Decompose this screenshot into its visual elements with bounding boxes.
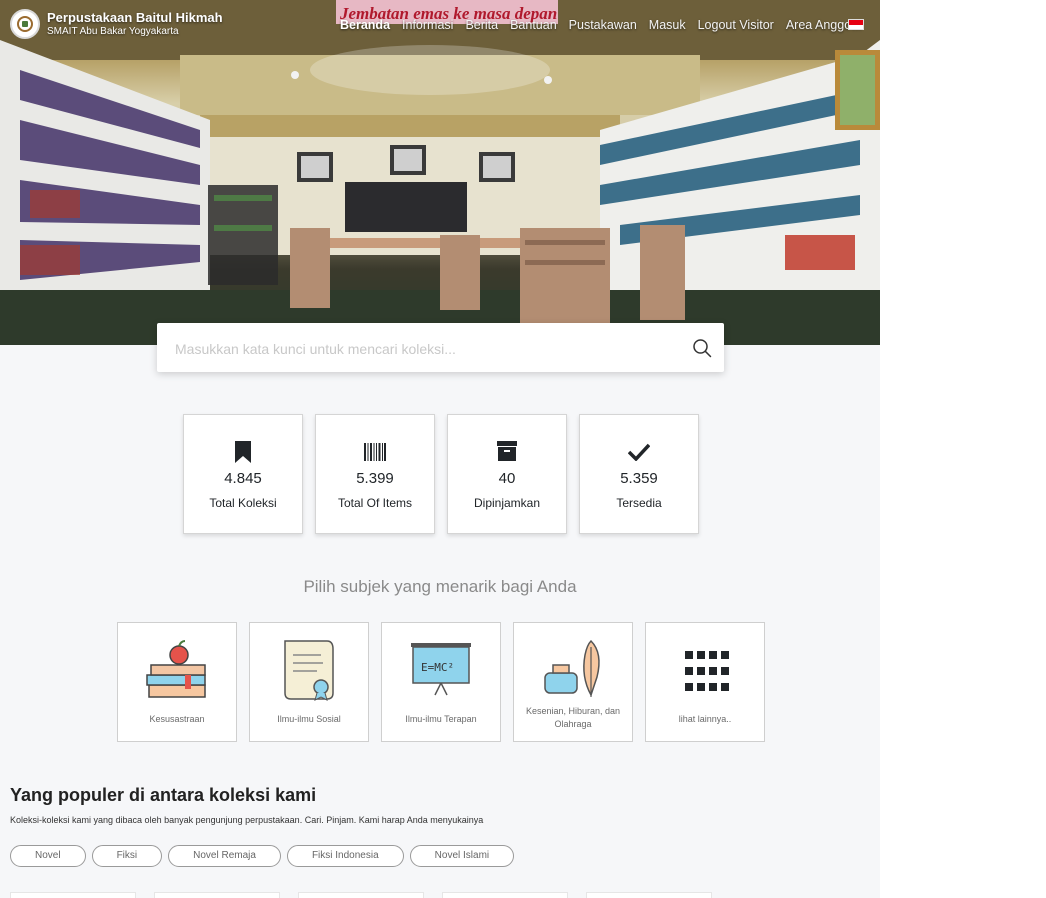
books-apple-icon [146, 640, 206, 698]
nav-beranda[interactable]: Beranda [340, 18, 390, 32]
barcode-icon [364, 443, 386, 461]
subject-label: Kesenian, Hiburan, dan Olahraga [525, 706, 621, 729]
subject-label: lihat lainnya.. [678, 714, 732, 724]
book-card[interactable] [10, 892, 136, 898]
stat-total-items: 5.399 Total Of Items [315, 414, 435, 534]
search-input[interactable] [173, 323, 677, 374]
tag-fiksi[interactable]: Fiksi [91, 845, 163, 867]
page: Jembatan emas ke masa depan Perpustakaan… [0, 0, 880, 898]
popular-tags: Novel Fiksi Novel Remaja Fiksi Indonesia… [10, 845, 520, 867]
subject-label: Ilmu-ilmu Terapan [405, 714, 477, 724]
stat-value: 40 [498, 470, 516, 487]
tag-novel-islami[interactable]: Novel Islami [409, 845, 515, 867]
blackboard-formula-icon: E=MC² [411, 643, 471, 696]
tag-novel-remaja[interactable]: Novel Remaja [168, 845, 281, 867]
tag-novel[interactable]: Novel [10, 845, 86, 867]
search-bar [157, 323, 724, 374]
book-card[interactable] [154, 892, 280, 898]
subject-label: Ilmu-ilmu Sosial [277, 714, 341, 724]
main-nav: Beranda Informasi Berita Bantuan Pustaka… [340, 18, 874, 32]
stat-label: Total Of Items [337, 496, 413, 510]
book-card[interactable] [586, 892, 712, 898]
stat-value: 5.359 [620, 470, 658, 487]
certificate-scroll-icon [284, 640, 334, 701]
stat-label: Total Koleksi [209, 496, 277, 510]
indonesia-flag-icon[interactable] [848, 19, 864, 30]
stat-value: 5.399 [356, 470, 394, 487]
stat-label: Dipinjamkan [473, 496, 541, 510]
subject-ilmu-terapan[interactable]: E=MC² Ilmu-ilmu Terapan [381, 622, 501, 742]
hero-banner: Jembatan emas ke masa depan Perpustakaan… [0, 0, 880, 345]
stat-total-koleksi: 4.845 Total Koleksi [183, 414, 303, 534]
site-title: Perpustakaan Baitul Hikmah [47, 10, 223, 25]
nav-masuk[interactable]: Masuk [649, 18, 686, 32]
book-card[interactable] [442, 892, 568, 898]
subjects-heading: Pilih subjek yang menarik bagi Anda [303, 577, 577, 596]
subject-ilmu-sosial[interactable]: Ilmu-ilmu Sosial [249, 622, 369, 742]
library-photo: Jembatan emas ke masa depan [0, 0, 880, 345]
check-icon [628, 443, 650, 461]
popular-title: Yang populer di antara koleksi kami [10, 785, 317, 805]
tag-fiksi-indonesia[interactable]: Fiksi Indonesia [286, 845, 404, 867]
nav-informasi[interactable]: Informasi [402, 18, 453, 32]
stat-label: Tersedia [616, 496, 662, 510]
stat-tersedia: 5.359 Tersedia [579, 414, 699, 534]
archive-box-icon [497, 441, 517, 461]
library-logo [10, 9, 40, 39]
stat-dipinjamkan: 40 Dipinjamkan [447, 414, 567, 534]
quill-ink-icon [544, 639, 600, 697]
svg-text:E=MC²: E=MC² [421, 661, 454, 674]
nav-berita[interactable]: Berita [465, 18, 498, 32]
subject-label: Kesusastraan [149, 714, 205, 724]
nav-bantuan[interactable]: Bantuan [510, 18, 557, 32]
stat-value: 4.845 [224, 470, 262, 487]
site-subtitle: SMAIT Abu Bakar Yogyakarta [47, 26, 179, 37]
nav-pustakawan[interactable]: Pustakawan [569, 18, 637, 32]
brand[interactable]: Perpustakaan Baitul Hikmah SMAIT Abu Bak… [10, 9, 223, 39]
subject-kesusastraan[interactable]: Kesusastraan [117, 622, 237, 742]
subject-kesenian[interactable]: Kesenian, Hiburan, dan Olahraga [513, 622, 633, 742]
search-icon[interactable] [692, 338, 712, 358]
grid-dots-icon [685, 651, 729, 691]
bookmark-icon [235, 441, 251, 463]
popular-subtitle: Koleksi-koleksi kami yang dibaca oleh ba… [10, 815, 484, 825]
nav-logout-visitor[interactable]: Logout Visitor [698, 18, 774, 32]
subject-lihat-lainnya[interactable]: lihat lainnya.. [645, 622, 765, 742]
book-card[interactable] [298, 892, 424, 898]
